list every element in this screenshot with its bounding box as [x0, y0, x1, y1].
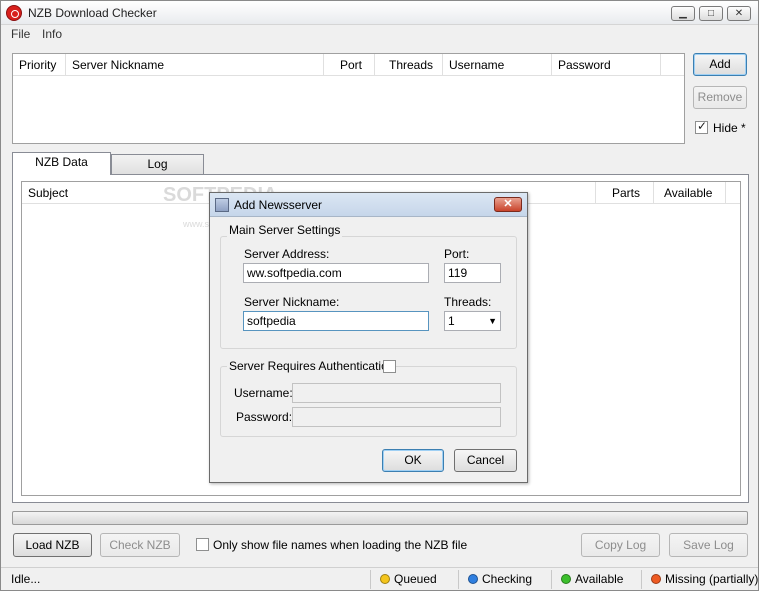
- main-server-settings-label: Main Server Settings: [227, 223, 343, 237]
- server-address-label: Server Address:: [244, 247, 330, 261]
- legend-queued: Queued: [394, 572, 437, 586]
- tab-log[interactable]: Log: [111, 154, 204, 174]
- legend-available: Available: [575, 572, 624, 586]
- legend-missing: Missing (partially): [665, 572, 759, 586]
- status-separator: [641, 570, 642, 589]
- missing-status-icon: [651, 574, 661, 584]
- hide-label: Hide *: [713, 121, 746, 135]
- column-header-threads[interactable]: Threads: [375, 54, 443, 76]
- column-header-filler: [726, 182, 740, 204]
- status-separator: [370, 570, 371, 589]
- column-header-server-nickname[interactable]: Server Nickname: [66, 54, 324, 76]
- close-icon: ✕: [734, 8, 744, 19]
- maximize-button[interactable]: □: [699, 6, 723, 21]
- check-nzb-button[interactable]: Check NZB: [100, 533, 180, 557]
- port-input[interactable]: 119: [444, 263, 501, 283]
- threads-label: Threads:: [444, 295, 492, 309]
- column-header-available[interactable]: Available: [654, 182, 726, 204]
- password-input[interactable]: [292, 407, 501, 427]
- add-newsserver-dialog: Add Newsserver ✕ Main Server Settings Se…: [209, 192, 528, 483]
- available-status-icon: [561, 574, 571, 584]
- hide-checkbox[interactable]: [695, 119, 708, 134]
- dialog-title: Add Newsserver: [234, 198, 323, 212]
- server-address-input[interactable]: ww.softpedia.com: [243, 263, 429, 283]
- dialog-app-icon: [215, 198, 229, 212]
- column-header-username[interactable]: Username: [443, 54, 552, 76]
- queued-status-icon: [380, 574, 390, 584]
- legend-checking: Checking: [482, 572, 533, 586]
- close-button[interactable]: ✕: [727, 6, 751, 21]
- status-text: Idle...: [11, 572, 41, 586]
- tab-nzb-data[interactable]: NZB Data: [12, 152, 111, 175]
- add-server-button[interactable]: Add: [693, 53, 747, 76]
- load-nzb-button[interactable]: Load NZB: [13, 533, 92, 557]
- minimize-button[interactable]: ▁: [671, 6, 695, 21]
- column-header-parts[interactable]: Parts: [596, 182, 654, 204]
- dialog-title-bar[interactable]: Add Newsserver ✕: [210, 193, 527, 217]
- username-label: Username:: [234, 386, 293, 400]
- app-logo-icon: [6, 5, 22, 21]
- column-header-port[interactable]: Port: [324, 54, 375, 76]
- menu-info[interactable]: Info: [42, 27, 62, 41]
- port-label: Port:: [444, 247, 470, 261]
- ok-button[interactable]: OK: [382, 449, 444, 472]
- requires-authentication-checkbox[interactable]: [383, 360, 396, 373]
- only-show-filenames-checkbox[interactable]: [196, 538, 209, 551]
- menu-file[interactable]: File: [11, 27, 30, 41]
- column-header-filler: [661, 54, 684, 76]
- maximize-icon: □: [707, 8, 715, 19]
- username-input[interactable]: [292, 383, 501, 403]
- threads-select[interactable]: 1 ▼: [444, 311, 501, 331]
- only-show-filenames-label: Only show file names when loading the NZ…: [213, 538, 468, 552]
- progress-bar: [12, 511, 748, 525]
- authentication-label: Server Requires Authentication: [227, 359, 397, 373]
- chevron-down-icon: ▼: [488, 316, 497, 326]
- column-header-priority[interactable]: Priority: [13, 54, 66, 76]
- title-bar[interactable]: NZB Download Checker ▁ □ ✕: [1, 1, 758, 25]
- checking-status-icon: [468, 574, 478, 584]
- threads-select-value: 1: [448, 314, 455, 328]
- password-label: Password:: [236, 410, 293, 424]
- copy-log-button[interactable]: Copy Log: [581, 533, 660, 557]
- server-nickname-input[interactable]: softpedia: [243, 311, 429, 331]
- cancel-button[interactable]: Cancel: [454, 449, 517, 472]
- save-log-button[interactable]: Save Log: [669, 533, 748, 557]
- close-icon: ✕: [503, 198, 513, 210]
- status-bar: Idle... Queued Checking Available Missin…: [1, 567, 758, 590]
- servers-table[interactable]: Priority Server Nickname Port Threads Us…: [12, 53, 685, 144]
- minimize-icon: ▁: [679, 8, 687, 19]
- dialog-close-button[interactable]: ✕: [494, 197, 522, 212]
- status-separator: [458, 570, 459, 589]
- column-header-password[interactable]: Password: [552, 54, 661, 76]
- server-nickname-label: Server Nickname:: [244, 295, 340, 309]
- window-title: NZB Download Checker: [28, 6, 157, 20]
- menu-bar: File Info: [1, 25, 758, 43]
- status-separator: [551, 570, 552, 589]
- remove-server-button[interactable]: Remove: [693, 86, 747, 109]
